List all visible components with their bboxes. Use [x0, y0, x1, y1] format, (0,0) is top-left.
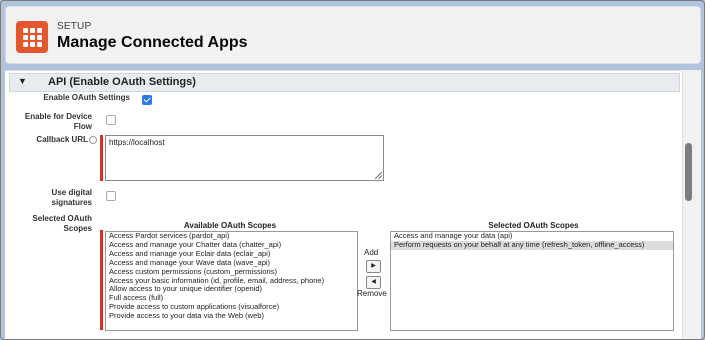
selected-scopes-label-line2: Scopes: [63, 224, 92, 233]
section-title: API (Enable OAuth Settings): [48, 76, 196, 88]
page-header: SETUP Manage Connected Apps: [5, 6, 701, 64]
available-scopes-list[interactable]: Access Pardot services (pardot_api) Acce…: [105, 231, 358, 331]
callback-url-textarea[interactable]: https://localhost: [105, 135, 384, 181]
arrow-left-icon: ◀: [371, 279, 376, 285]
selected-scopes-label-line1: Selected OAuth: [32, 214, 92, 223]
digital-signatures-label-line1: Use digital: [51, 188, 92, 197]
device-flow-label-line2: Flow: [73, 122, 92, 131]
digital-signatures-label: Use digital signatures: [9, 188, 92, 208]
enable-oauth-label: Enable OAuth Settings: [43, 93, 130, 102]
scrollbar-thumb[interactable]: [685, 143, 692, 201]
selected-scopes-list[interactable]: Access and manage your data (api) Perfor…: [390, 231, 674, 331]
callback-url-label-text: Callback URL: [36, 135, 88, 144]
required-indicator: [100, 230, 103, 330]
callback-url-value: https://localhost: [109, 138, 165, 147]
arrow-right-icon: ▶: [371, 263, 376, 269]
section-header[interactable]: ▼ API (Enable OAuth Settings): [9, 73, 680, 92]
list-item[interactable]: Provide access to your data via the Web …: [106, 311, 357, 321]
callback-url-label: Callback URL: [9, 135, 97, 145]
remove-label: Remove: [357, 289, 387, 298]
app-launcher-icon: [16, 21, 48, 53]
digital-signatures-label-line2: signatures: [51, 198, 92, 207]
scrollbar[interactable]: [682, 70, 701, 339]
available-scopes-title: Available OAuth Scopes: [183, 221, 277, 230]
selected-scopes-label: Selected OAuth Scopes: [9, 214, 92, 234]
header-eyebrow: SETUP: [57, 21, 92, 32]
add-button[interactable]: ▶: [366, 260, 381, 273]
app-window: SETUP Manage Connected Apps ▼ API (Enabl…: [0, 0, 705, 340]
add-label: Add: [364, 248, 379, 257]
device-flow-label-line1: Enable for Device: [24, 112, 92, 121]
help-icon[interactable]: [89, 135, 97, 144]
content-panel: ▼ API (Enable OAuth Settings) Enable OAu…: [5, 70, 682, 339]
page-title: Manage Connected Apps: [57, 34, 248, 51]
device-flow-checkbox[interactable]: [106, 115, 116, 125]
digital-signatures-checkbox[interactable]: [106, 191, 116, 201]
collapse-triangle-icon[interactable]: ▼: [18, 76, 27, 86]
selected-scopes-title: Selected OAuth Scopes: [488, 221, 579, 230]
device-flow-label: Enable for Device Flow: [9, 112, 92, 132]
resize-grip-icon[interactable]: [375, 172, 382, 179]
enable-oauth-checkbox[interactable]: [142, 95, 152, 105]
list-item-selected[interactable]: Perform requests on your behalf at any t…: [391, 240, 673, 250]
required-indicator: [100, 135, 103, 181]
remove-button[interactable]: ◀: [366, 276, 381, 289]
